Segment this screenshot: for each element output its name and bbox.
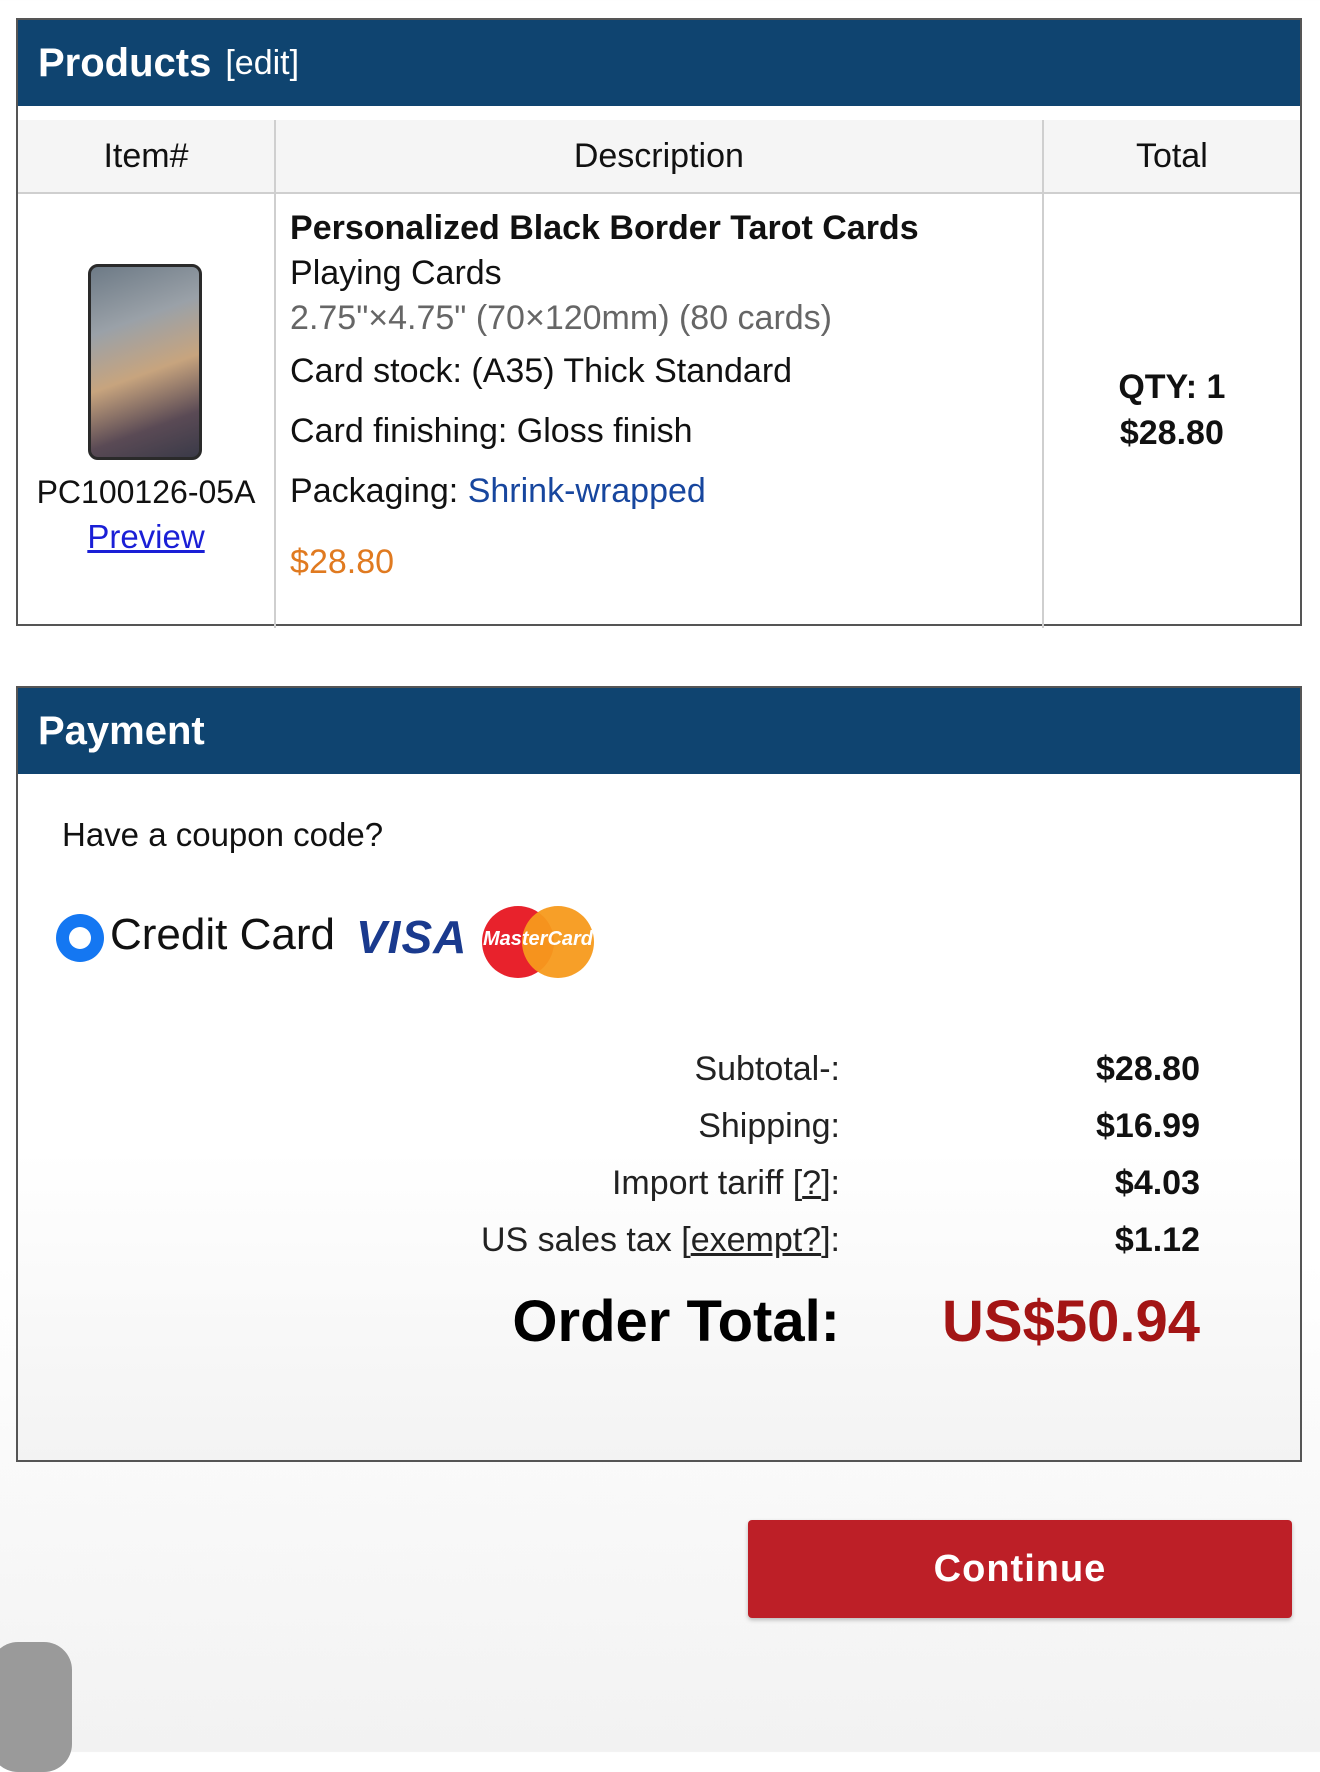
card-stock-spec: Card stock: (A35) Thick Standard <box>290 352 793 390</box>
credit-card-radio[interactable] <box>56 914 104 962</box>
card-finishing-spec: Card finishing: Gloss finish <box>290 412 693 450</box>
packaging-label: Packaging: <box>290 472 468 510</box>
table-header-row: Item# Description Total <box>18 120 1300 194</box>
credit-card-label[interactable]: Credit Card <box>110 910 335 960</box>
tariff-label: Import tariff [?]: <box>612 1164 840 1203</box>
tariff-help-link[interactable]: ? <box>802 1164 821 1202</box>
product-subtitle: Playing Cards <box>290 254 502 292</box>
products-panel: Products [edit] Item# Description Total … <box>16 18 1302 628</box>
subtotal-label: Subtotal-: <box>694 1050 840 1088</box>
sales-tax-label-suffix: ]: <box>821 1221 840 1259</box>
mastercard-logo: MasterCard <box>482 906 594 978</box>
visa-logo: VISA <box>356 911 468 963</box>
order-total-value: US$50.94 <box>942 1289 1200 1354</box>
products-header: Products [edit] <box>18 20 1300 106</box>
tax-exempt-link[interactable]: exempt? <box>691 1221 821 1259</box>
sales-tax-label-text: US sales tax [ <box>480 1221 691 1259</box>
product-size: 2.75"×4.75" (70×120mm) (80 cards) <box>290 299 833 337</box>
tariff-label-suffix: ]: <box>821 1164 840 1202</box>
sales-tax-label: US sales tax [exempt?]: <box>481 1221 840 1260</box>
order-total-label: Order Total: <box>512 1289 840 1354</box>
shipping-row: Shipping: $16.99 <box>18 1107 1300 1157</box>
product-title: Personalized Black Border Tarot Cards <box>290 209 919 247</box>
item-qty: QTY: 1 <box>1118 368 1226 406</box>
preview-link[interactable]: Preview <box>18 518 274 556</box>
tariff-row: Import tariff [?]: $4.03 <box>18 1164 1300 1214</box>
item-sku: PC100126-05A <box>36 474 256 510</box>
floating-tab[interactable] <box>0 1642 72 1772</box>
column-header-description: Description <box>275 120 1044 194</box>
packaging-value: Shrink-wrapped <box>467 472 706 510</box>
edit-products-link[interactable]: [edit] <box>225 44 299 83</box>
continue-button[interactable]: Continue <box>748 1520 1292 1618</box>
tariff-label-text: Import tariff [ <box>611 1164 803 1202</box>
tariff-value: $4.03 <box>1114 1164 1200 1202</box>
item-cell: PC100126-05A Preview <box>18 193 277 628</box>
payment-title: Payment <box>38 708 205 753</box>
subtotal-value: $28.80 <box>1096 1050 1200 1088</box>
coupon-code-link[interactable]: Have a coupon code? <box>62 816 383 854</box>
sales-tax-value: $1.12 <box>1114 1221 1200 1259</box>
shipping-value: $16.99 <box>1096 1107 1200 1145</box>
order-total-row: Order Total: US$50.94 <box>18 1288 1300 1360</box>
description-cell: Personalized Black Border Tarot Cards Pl… <box>275 193 1044 628</box>
table-row: PC100126-05A Preview Personalized Black … <box>18 193 1300 628</box>
products-table: Item# Description Total PC100126-05A Pre… <box>18 120 1300 628</box>
column-header-item: Item# <box>18 120 277 194</box>
sales-tax-row: US sales tax [exempt?]: $1.12 <box>18 1221 1300 1271</box>
packaging-spec: Packaging: Shrink-wrapped <box>290 461 1042 521</box>
subtotal-row: Subtotal-: $28.80 <box>18 1050 1300 1100</box>
total-cell: QTY: 1 $28.80 <box>1043 193 1300 628</box>
shipping-label: Shipping: <box>698 1107 840 1145</box>
products-title: Products <box>38 40 212 85</box>
mastercard-wordmark: MasterCard <box>482 928 594 950</box>
radio-dot <box>69 927 91 949</box>
item-total: $28.80 <box>1119 414 1224 452</box>
payment-header: Payment <box>18 688 1300 774</box>
payment-panel: Payment Have a coupon code? Credit Card … <box>16 686 1302 1462</box>
item-price: $28.80 <box>290 543 395 581</box>
product-thumbnail[interactable] <box>88 264 202 460</box>
column-header-total: Total <box>1042 120 1300 194</box>
